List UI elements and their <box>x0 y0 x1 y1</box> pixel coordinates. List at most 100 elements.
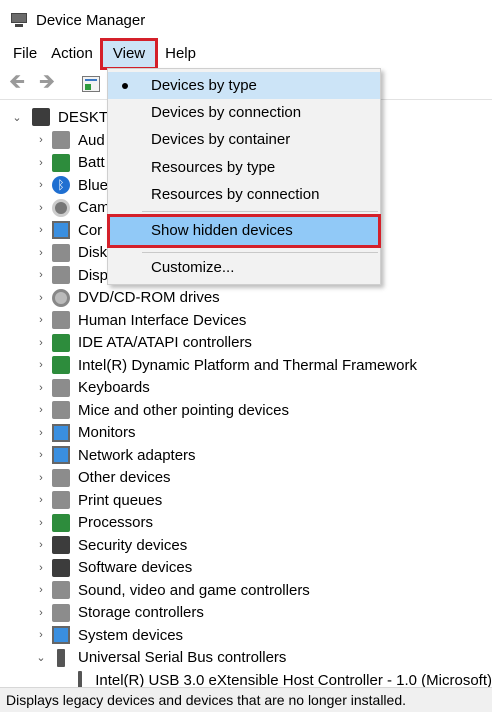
software-device-icon <box>52 558 70 577</box>
menu-help[interactable]: Help <box>158 41 203 67</box>
tree-item[interactable]: Intel(R) USB 3.0 eXtensible Host Control… <box>0 669 492 687</box>
tree-item[interactable]: › Sound, video and game controllers <box>0 579 492 601</box>
menu-item-show-hidden-devices[interactable]: Show hidden devices <box>107 214 381 248</box>
menu-item-resources-by-type[interactable]: Resources by type <box>108 154 380 181</box>
menu-item-customize[interactable]: Customize... <box>108 254 380 281</box>
chevron-right-icon[interactable]: › <box>34 427 48 439</box>
forward-arrow-icon[interactable]: 🡺 <box>34 71 60 97</box>
chevron-right-icon[interactable]: › <box>34 134 48 146</box>
back-arrow-icon[interactable]: 🡸 <box>4 71 30 97</box>
chevron-right-icon[interactable]: › <box>34 247 48 259</box>
tree-item-label: Monitors <box>78 424 136 441</box>
tree-item[interactable]: › IDE ATA/ATAPI controllers <box>0 332 492 354</box>
tree-item[interactable]: › Processors <box>0 512 492 534</box>
monitor-icon <box>52 423 70 442</box>
chevron-down-icon[interactable]: ⌄ <box>34 651 48 664</box>
chevron-right-icon[interactable]: › <box>34 607 48 619</box>
chevron-right-icon[interactable]: › <box>34 382 48 394</box>
tree-item-label: Storage controllers <box>78 604 204 621</box>
hid-icon <box>52 311 70 329</box>
device-manager-icon <box>10 11 28 29</box>
chip-icon <box>52 356 70 374</box>
chevron-right-icon[interactable]: › <box>34 584 48 596</box>
tree-item[interactable]: › Storage controllers <box>0 602 492 624</box>
dvd-icon <box>52 288 70 307</box>
menu-item-devices-by-container[interactable]: Devices by container <box>108 126 380 153</box>
tree-item-label: Print queues <box>78 491 163 509</box>
printer-icon <box>52 491 70 509</box>
tree-item[interactable]: › Monitors <box>0 422 492 444</box>
window-title: Device Manager <box>36 11 146 29</box>
chevron-right-icon[interactable]: › <box>34 404 48 416</box>
tree-item[interactable]: › Print queues <box>0 489 492 511</box>
tree-item[interactable]: › Human Interface Devices <box>0 309 492 331</box>
menu-file[interactable]: File <box>6 41 44 67</box>
tree-item[interactable]: › Keyboards <box>0 377 492 399</box>
mouse-icon <box>52 401 70 419</box>
tree-item[interactable]: › System devices <box>0 624 492 646</box>
tree-item-label: Cam <box>78 199 110 216</box>
radio-bullet-icon <box>122 83 128 89</box>
tree-item-label: Other devices <box>78 469 171 486</box>
tree-item[interactable]: › Intel(R) Dynamic Platform and Thermal F… <box>0 354 492 376</box>
menu-view[interactable]: View <box>99 38 159 70</box>
tree-item-label: Network adapters <box>78 446 196 464</box>
camera-icon <box>52 198 70 217</box>
chevron-right-icon[interactable]: › <box>34 224 48 236</box>
tree-item-label: IDE ATA/ATAPI controllers <box>78 334 252 351</box>
processor-icon <box>52 513 70 532</box>
chevron-right-icon[interactable]: › <box>34 269 48 281</box>
menu-separator <box>142 211 378 212</box>
tree-item[interactable]: › DVD/CD-ROM drives <box>0 287 492 309</box>
chevron-right-icon[interactable]: › <box>34 562 48 574</box>
status-text: Displays legacy devices and devices that… <box>6 692 407 708</box>
tree-item[interactable]: › Software devices <box>0 557 492 579</box>
chevron-right-icon[interactable]: › <box>34 157 48 169</box>
tree-item-label: Human Interface Devices <box>78 311 247 329</box>
bluetooth-icon: ᛒ <box>52 176 70 194</box>
tree-item-label: Disp <box>78 266 109 284</box>
chevron-right-icon[interactable]: › <box>34 472 48 484</box>
tree-item-label: Blue <box>78 176 109 194</box>
tree-item-label: Intel(R) USB 3.0 eXtensible Host Control… <box>95 671 492 688</box>
tree-item[interactable]: › Other devices <box>0 467 492 489</box>
tree-item-label: Processors <box>78 514 154 531</box>
menu-item-devices-by-type[interactable]: Devices by type <box>108 72 380 99</box>
computer-icon <box>52 221 70 239</box>
security-icon <box>52 536 70 554</box>
keyboard-icon <box>52 378 70 397</box>
ide-controller-icon <box>52 333 70 352</box>
disk-drive-icon <box>52 243 70 262</box>
tree-item-label: Intel(R) Dynamic Platform and Thermal Fr… <box>78 356 417 374</box>
tree-item-label: Disk <box>78 244 108 261</box>
menu-item-resources-by-connection[interactable]: Resources by connection <box>108 181 380 208</box>
chevron-right-icon[interactable]: › <box>34 179 48 191</box>
tree-item-label: Sound, video and game controllers <box>78 581 310 599</box>
computer-icon <box>32 108 50 126</box>
tree-item[interactable]: › Security devices <box>0 534 492 556</box>
chevron-right-icon[interactable]: › <box>34 494 48 506</box>
system-icon <box>52 626 70 644</box>
chevron-right-icon[interactable]: › <box>34 292 48 304</box>
tree-item-label: System devices <box>78 626 184 644</box>
menu-action[interactable]: Action <box>44 41 100 67</box>
tree-item[interactable]: › Network adapters <box>0 444 492 466</box>
chevron-right-icon[interactable]: › <box>34 517 48 529</box>
battery-icon <box>52 153 70 172</box>
tree-item[interactable]: ⌄ Universal Serial Bus controllers <box>0 647 492 669</box>
chevron-down-icon[interactable]: ⌄ <box>10 111 24 124</box>
chevron-right-icon[interactable]: › <box>34 314 48 326</box>
chevron-right-icon[interactable]: › <box>34 449 48 461</box>
menu-separator <box>142 252 378 253</box>
chevron-right-icon[interactable]: › <box>34 359 48 371</box>
menu-item-devices-by-connection[interactable]: Devices by connection <box>108 99 380 126</box>
speaker-icon <box>52 131 70 149</box>
chevron-right-icon[interactable]: › <box>34 337 48 349</box>
properties-button[interactable] <box>78 71 104 97</box>
tree-item-label: Aud <box>78 131 105 149</box>
tree-item-label: Universal Serial Bus controllers <box>78 649 287 666</box>
chevron-right-icon[interactable]: › <box>34 539 48 551</box>
chevron-right-icon[interactable]: › <box>34 629 48 641</box>
chevron-right-icon[interactable]: › <box>34 202 48 214</box>
tree-item[interactable]: › Mice and other pointing devices <box>0 399 492 421</box>
